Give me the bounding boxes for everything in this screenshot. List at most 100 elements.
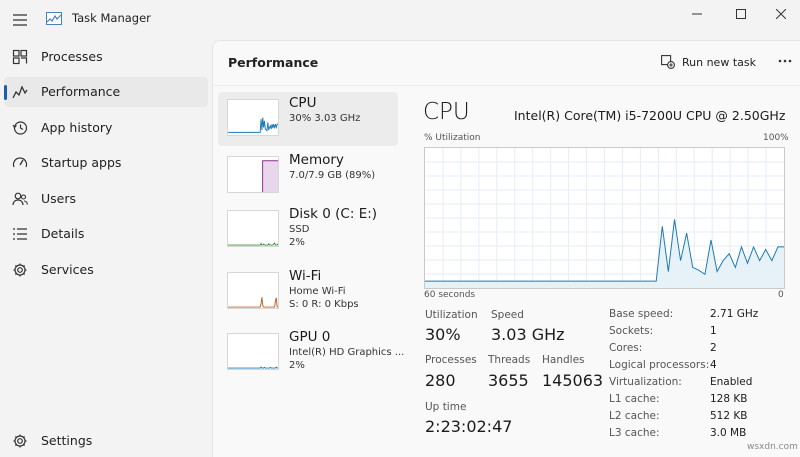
spec-value: 128 KB xyxy=(710,393,748,405)
resource-detail: SSD xyxy=(289,224,310,235)
spec-label: Virtualization: xyxy=(609,376,682,388)
resource-item-gpu[interactable]: GPU 0 Intel(R) HD Graphics ... 2% xyxy=(218,326,404,380)
processes-value: 280 xyxy=(425,371,456,390)
memory-fill xyxy=(262,160,278,192)
sidebar-item-label: Startup apps xyxy=(41,155,122,170)
spec-value: Enabled xyxy=(710,376,753,388)
resource-detail: 2% xyxy=(289,237,305,248)
resource-detail: Home Wi-Fi xyxy=(289,286,346,297)
minimize-icon[interactable] xyxy=(679,0,715,28)
sidebar-item-services[interactable]: Services xyxy=(4,255,208,285)
cpu-utilization-graph xyxy=(424,147,785,289)
sidebar-item-label: Services xyxy=(41,262,94,277)
graph-y-label: % Utilization xyxy=(424,133,481,143)
users-icon xyxy=(12,191,28,207)
sidebar-item-label: Settings xyxy=(41,433,93,448)
watermark-text: wsxdn.com xyxy=(747,442,798,452)
services-gear-icon xyxy=(12,262,28,278)
header-divider xyxy=(213,85,800,86)
resource-item-cpu[interactable]: CPU 30% 3.03 GHz xyxy=(218,92,398,146)
spec-value: 2.71 GHz xyxy=(710,308,759,320)
run-new-task-button[interactable]: Run new task xyxy=(661,51,756,73)
resource-name: Disk 0 (C: E:) xyxy=(289,206,378,222)
resource-detail: 7.0/7.9 GB (89%) xyxy=(289,170,376,181)
spec-label: Base speed: xyxy=(609,308,674,320)
spec-value: 2 xyxy=(710,342,717,354)
history-clock-icon xyxy=(12,120,28,136)
sidebar-item-details[interactable]: Details xyxy=(4,219,208,249)
resource-name: Memory xyxy=(289,152,344,168)
sidebar-item-label: App history xyxy=(41,120,113,135)
hamburger-menu-icon[interactable] xyxy=(8,8,32,32)
sidebar-item-startup-apps[interactable]: Startup apps xyxy=(4,148,208,178)
settings-gear-icon xyxy=(12,433,28,449)
spec-label: Logical processors: xyxy=(609,359,710,371)
sidebar-item-label: Processes xyxy=(41,49,103,64)
sidebar-item-label: Users xyxy=(41,191,77,206)
uptime-label: Up time xyxy=(425,401,467,413)
resource-item-disk[interactable]: Disk 0 (C: E:) SSD 2% xyxy=(218,203,398,257)
more-options-icon[interactable] xyxy=(775,51,795,71)
sidebar-item-users[interactable]: Users xyxy=(4,184,208,214)
spec-value: 1 xyxy=(710,325,717,337)
processes-label: Processes xyxy=(425,354,477,366)
main-content: Performance Run new task CPU 30% 3.03 GH… xyxy=(212,40,800,457)
uptime-value: 2:23:02:47 xyxy=(425,417,513,436)
page-title: Performance xyxy=(228,55,319,70)
spec-label: Cores: xyxy=(609,342,643,354)
details-list-icon xyxy=(12,226,28,242)
task-manager-app-icon xyxy=(46,12,62,25)
spec-label: L2 cache: xyxy=(609,410,660,422)
close-icon[interactable] xyxy=(763,0,799,28)
wifi-thumbnail-graph xyxy=(227,272,279,309)
sidebar-nav: Processes Performance App history Startu… xyxy=(0,38,212,457)
speed-label: Speed xyxy=(491,309,524,321)
resource-item-memory[interactable]: Memory 7.0/7.9 GB (89%) xyxy=(218,149,398,203)
sidebar-item-settings[interactable]: Settings xyxy=(4,426,208,456)
title-bar: Task Manager xyxy=(0,0,800,38)
utilization-label: Utilization xyxy=(425,309,478,321)
graph-max-label: 100% xyxy=(763,133,789,143)
active-indicator xyxy=(4,85,7,100)
sidebar-item-performance[interactable]: Performance xyxy=(4,77,208,107)
graph-min-label: 0 xyxy=(778,290,784,300)
spec-value: 4 xyxy=(710,359,717,371)
utilization-value: 30% xyxy=(425,325,461,344)
sidebar-item-label: Performance xyxy=(41,84,121,99)
resource-detail: 2% xyxy=(289,360,305,371)
performance-graph-icon xyxy=(12,84,28,100)
resource-name: CPU xyxy=(289,95,317,111)
handles-label: Handles xyxy=(542,354,585,366)
resource-detail: Intel(R) HD Graphics ... xyxy=(289,347,405,358)
window-title: Task Manager xyxy=(72,11,151,25)
graph-time-label: 60 seconds xyxy=(424,290,476,300)
cpu-model-name: Intel(R) Core(TM) i5-7200U CPU @ 2.50GHz xyxy=(514,108,786,123)
spec-label: L1 cache: xyxy=(609,393,660,405)
threads-value: 3655 xyxy=(488,371,529,390)
disk-thumbnail-graph xyxy=(227,210,279,247)
processes-grid-icon xyxy=(12,49,28,65)
spec-value: 3.0 MB xyxy=(710,427,747,439)
maximize-icon[interactable] xyxy=(723,0,759,28)
sidebar-item-label: Details xyxy=(41,226,85,241)
threads-label: Threads xyxy=(488,354,531,366)
sidebar-item-processes[interactable]: Processes xyxy=(4,42,208,72)
resource-detail: S: 0 R: 0 Kbps xyxy=(289,299,359,310)
cpu-thumbnail-graph xyxy=(227,99,279,136)
sidebar-item-app-history[interactable]: App history xyxy=(4,113,208,143)
run-task-icon xyxy=(661,55,675,69)
spec-value: 512 KB xyxy=(710,410,748,422)
spec-label: Sockets: xyxy=(609,325,654,337)
speed-value: 3.03 GHz xyxy=(491,325,565,344)
handles-value: 145063 xyxy=(542,371,604,390)
cpu-heading: CPU xyxy=(423,99,470,125)
resource-item-wifi[interactable]: Wi-Fi Home Wi-Fi S: 0 R: 0 Kbps xyxy=(218,265,398,319)
gpu-thumbnail-graph xyxy=(227,333,279,370)
run-new-task-label: Run new task xyxy=(682,55,756,69)
resource-name: GPU 0 xyxy=(289,329,331,345)
startup-speedometer-icon xyxy=(12,155,28,171)
memory-thumbnail-graph xyxy=(227,156,279,193)
spec-label: L3 cache: xyxy=(609,427,660,439)
resource-detail: 30% 3.03 GHz xyxy=(289,113,361,124)
resource-name: Wi-Fi xyxy=(289,268,322,284)
